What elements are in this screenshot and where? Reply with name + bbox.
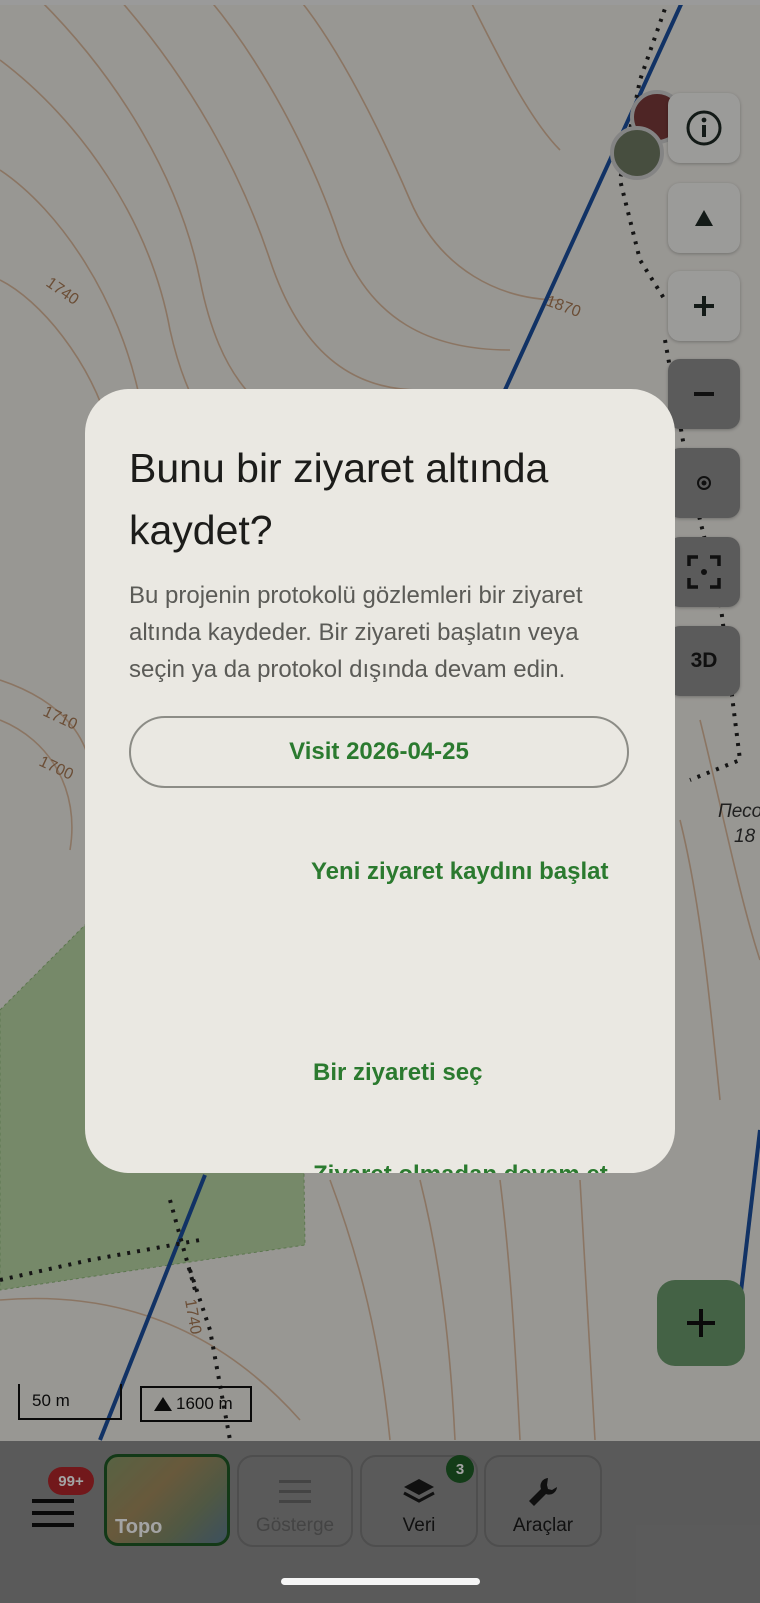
visit-dialog: Bunu bir ziyaret altında kaydet? Bu proj… [85,389,675,1173]
continue-without-visit-button[interactable]: Ziyaret olmadan devam et [313,1161,608,1173]
dialog-message: Bu projenin protokolü gözlemleri bir ziy… [129,582,583,683]
existing-visit-button[interactable]: Visit 2026-04-25 [129,716,629,788]
dialog-title: Bunu bir ziyaret altında kaydet? [129,445,549,553]
choose-visit-button[interactable]: Bir ziyareti seç [313,1059,482,1087]
home-indicator[interactable] [281,1578,480,1585]
start-new-visit-button[interactable]: Yeni ziyaret kaydını başlat [311,858,608,886]
status-bar-edge [0,0,760,5]
